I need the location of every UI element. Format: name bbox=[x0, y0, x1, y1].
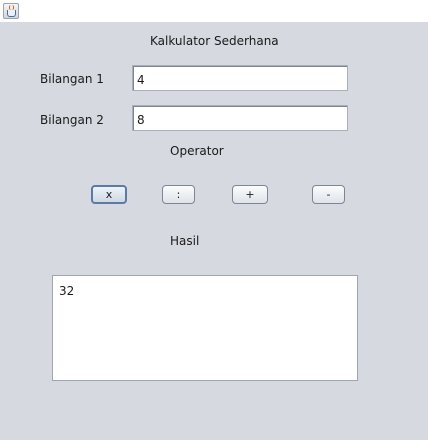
subtract-button[interactable]: - bbox=[312, 185, 345, 204]
bilangan2-label: Bilangan 2 bbox=[40, 113, 104, 127]
bilangan1-label: Bilangan 1 bbox=[40, 72, 104, 86]
result-value: 32 bbox=[59, 284, 75, 298]
java-cup-icon bbox=[3, 3, 19, 19]
form-title: Kalkulator Sederhana bbox=[150, 34, 279, 48]
add-button[interactable]: + bbox=[232, 185, 268, 204]
result-textarea[interactable]: 32 bbox=[52, 275, 358, 381]
multiply-button[interactable]: x bbox=[91, 185, 127, 204]
bilangan2-input[interactable] bbox=[132, 105, 348, 131]
hasil-label: Hasil bbox=[170, 234, 200, 248]
divide-button[interactable]: : bbox=[162, 185, 195, 204]
operator-label: Operator bbox=[170, 144, 224, 158]
title-bar bbox=[0, 0, 428, 22]
bilangan1-input[interactable] bbox=[132, 65, 348, 91]
